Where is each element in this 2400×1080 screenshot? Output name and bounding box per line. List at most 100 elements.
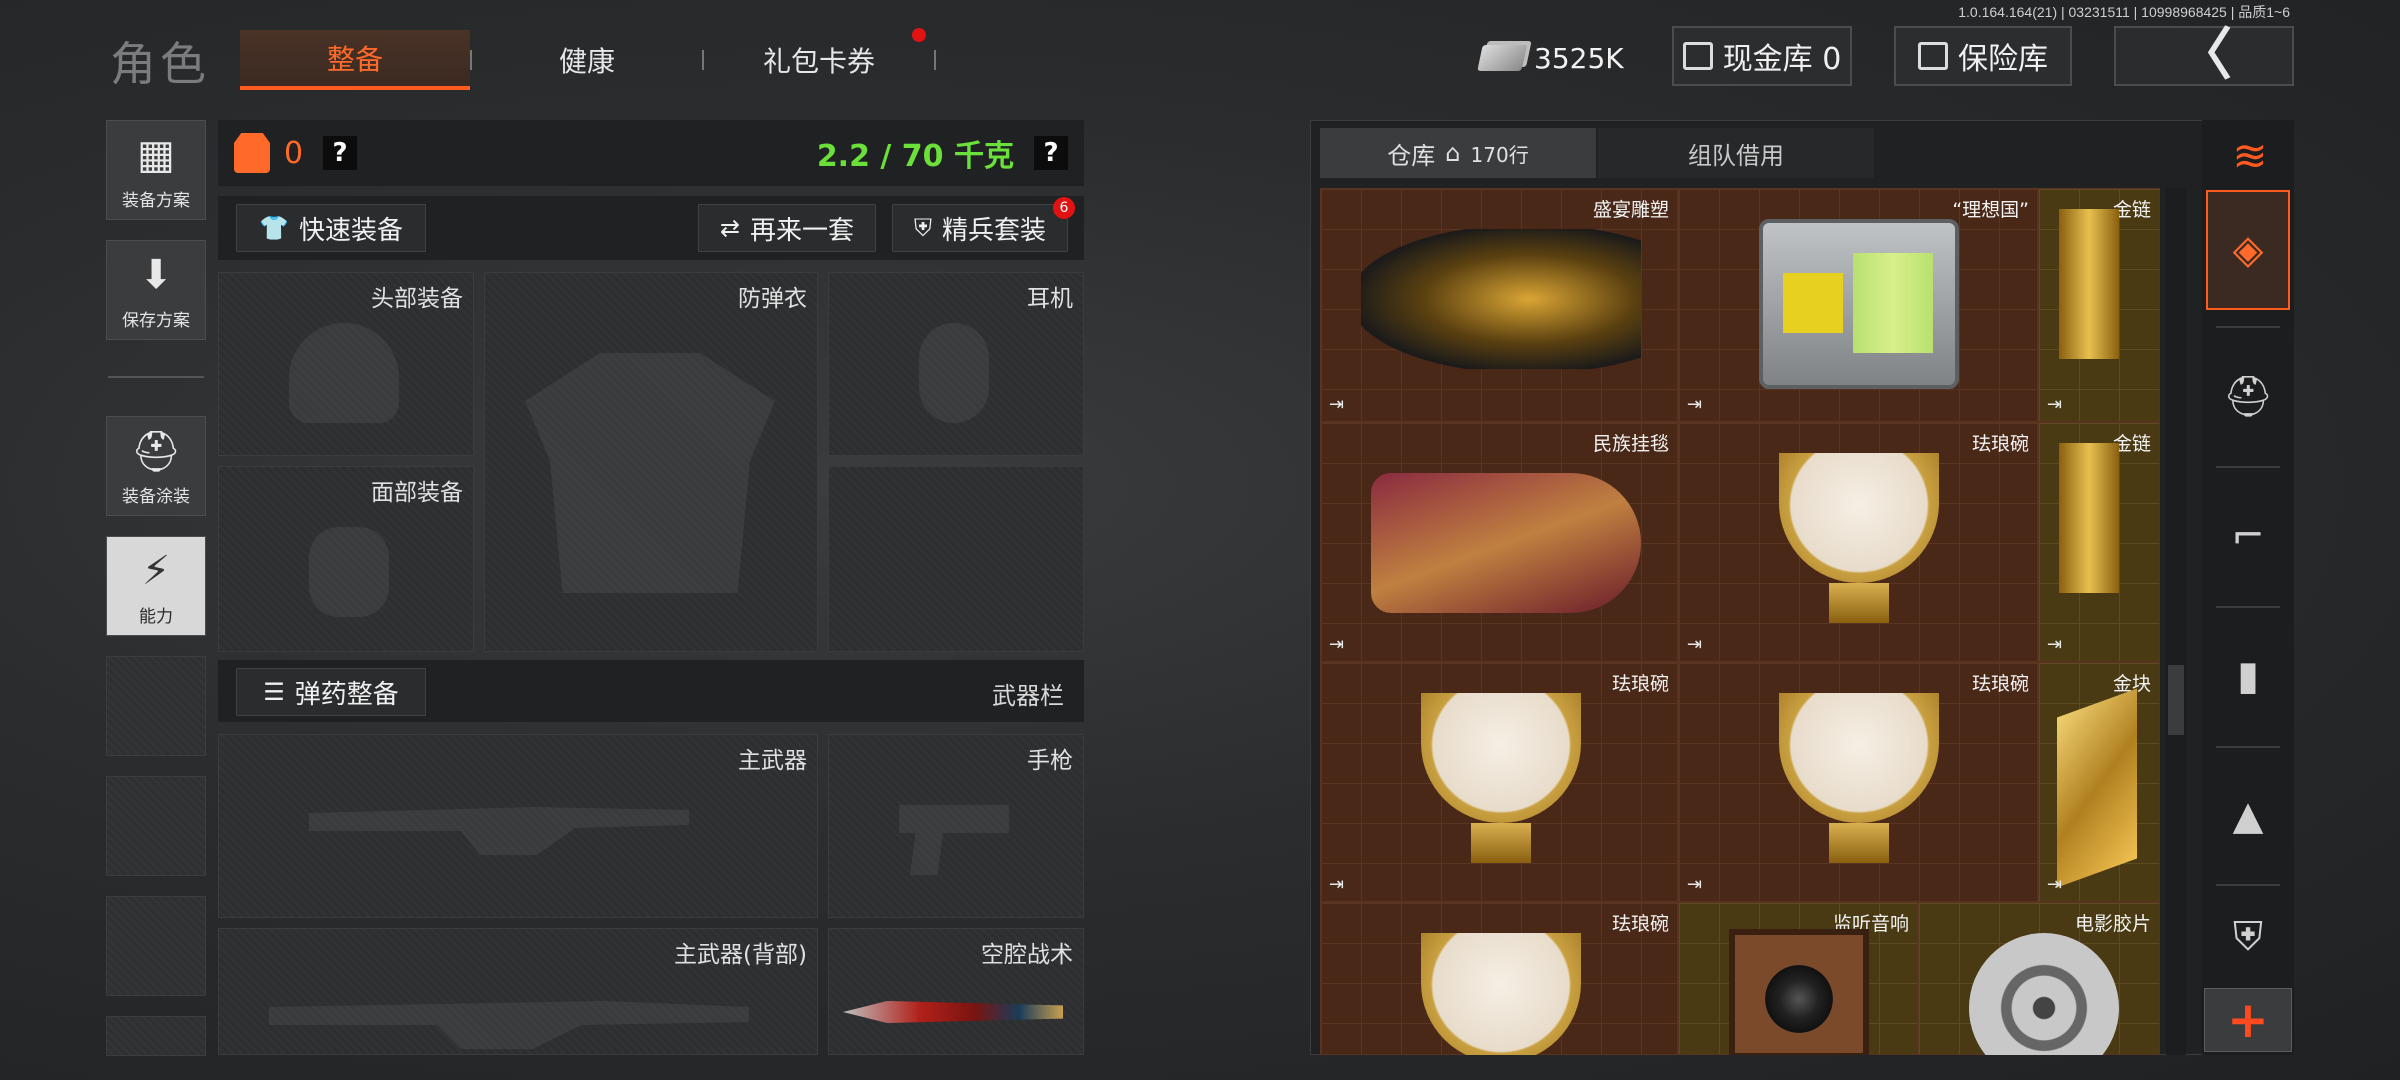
face-gear-slot[interactable]: 面部装备 xyxy=(218,466,474,652)
tab-prepare[interactable]: 整备 xyxy=(240,30,470,90)
bowl-foot xyxy=(1829,583,1889,623)
slot-label: 耳机 xyxy=(1027,286,1073,312)
rifle-icon: ⌐ xyxy=(2231,513,2265,559)
secondary-weapon-slot[interactable]: 主武器(背部) xyxy=(218,928,818,1055)
tab-gift-vouchers[interactable]: 礼包卡券 xyxy=(704,28,934,90)
item-name: 电影胶片 xyxy=(2074,913,2151,935)
currency-amount: 3525K xyxy=(1534,41,1624,75)
category-all[interactable]: ◈ xyxy=(2206,190,2290,310)
ammo-prep-button[interactable]: ☰ 弹药整备 xyxy=(236,668,426,716)
item-enamel-bowl[interactable]: 珐琅碗 ⇥ xyxy=(1320,662,1678,902)
bowl-image xyxy=(1421,693,1581,823)
sidebar-divider xyxy=(108,376,204,378)
exit-icon: ⇥ xyxy=(1687,394,1703,415)
category-divider xyxy=(2216,884,2280,886)
bowl-image xyxy=(1779,693,1939,823)
melee-slot[interactable]: 空腔战术 xyxy=(828,928,1084,1055)
item-monitor-speaker[interactable]: 监听音响 xyxy=(1678,902,1918,1055)
category-divider xyxy=(2216,606,2280,608)
equip-action-bar: 👕 快速装备 ⇄ 再来一套 ⛨ 精兵套装 6 xyxy=(218,196,1084,260)
back-button[interactable]: 〈 xyxy=(2114,26,2294,86)
exit-icon: ⇥ xyxy=(1329,394,1345,415)
tab-label: 礼包卡券 xyxy=(762,45,875,78)
equip-again-label: 再来一套 xyxy=(750,215,855,246)
item-film-reel[interactable]: 电影胶片 xyxy=(1918,902,2160,1055)
ability-icon: ⚡ xyxy=(141,548,171,594)
category-bullet[interactable]: ▲ xyxy=(2206,756,2290,876)
slot-label: 面部装备 xyxy=(371,480,463,506)
notification-dot xyxy=(912,28,926,42)
currency-display: 3525K xyxy=(1477,34,1638,82)
category-rifle[interactable]: ⌐ xyxy=(2206,476,2290,596)
tab-health[interactable]: 健康 xyxy=(472,30,702,90)
armor-icon: ⛨ xyxy=(2233,914,2263,960)
item-gold-bar[interactable]: 金块 ⇥ xyxy=(2038,662,2160,902)
helmet-icon: ⛑ xyxy=(2222,373,2274,420)
category-magazine[interactable]: ▮ xyxy=(2206,616,2290,736)
sort-stack-icon[interactable]: ≋ xyxy=(2220,130,2280,180)
speaker-image xyxy=(1729,929,1869,1055)
empty-sidebar-slot xyxy=(106,656,206,756)
cash-vault-button[interactable]: 现金库 0 xyxy=(1672,26,1852,86)
item-feast-sculpture[interactable]: 盛宴雕塑 ⇥ xyxy=(1320,188,1678,422)
slot-label: 防弹衣 xyxy=(738,286,807,312)
bullet-icon: ▲ xyxy=(2232,793,2264,839)
item-gold-chain[interactable]: 金链 ⇥ xyxy=(2038,422,2160,662)
safe-button[interactable]: 保险库 xyxy=(1894,26,2072,86)
elite-set-button[interactable]: ⛨ 精兵套装 6 xyxy=(892,197,1075,252)
bowl-foot xyxy=(1471,823,1531,863)
slot-label: 主武器 xyxy=(738,748,807,774)
empty-sidebar-slot xyxy=(106,896,206,996)
warehouse-tabs: 仓库 ⌂ 170行 组队借用 xyxy=(1320,128,1874,178)
item-enamel-bowl[interactable]: 珐琅碗 xyxy=(1320,902,1678,1055)
sidebar-label: 保存方案 xyxy=(122,311,190,331)
tab-storage[interactable]: 仓库 ⌂ 170行 xyxy=(1320,128,1596,178)
loadout-plan-button[interactable]: ▦ 装备方案 xyxy=(106,120,206,220)
pistol-silhouette xyxy=(899,805,1009,875)
primary-weapon-slot[interactable]: 主武器 xyxy=(218,734,818,918)
category-divider xyxy=(2216,466,2280,468)
ability-button[interactable]: ⚡ 能力 xyxy=(106,536,206,636)
body-armor-slot[interactable]: 防弹衣 xyxy=(484,272,818,652)
speaker-cone xyxy=(1765,965,1833,1033)
item-enamel-bowl[interactable]: 珐琅碗 ⇥ xyxy=(1678,422,2038,662)
quick-equip-button[interactable]: 👕 快速装备 xyxy=(236,204,426,252)
cash-vault-icon xyxy=(1682,42,1713,70)
gold-bar-image xyxy=(2057,688,2137,888)
knife-image xyxy=(843,1001,1063,1023)
pistol-slot[interactable]: 手枪 xyxy=(828,734,1084,918)
carry-weight: 2.2 / 70 千克 xyxy=(816,139,1014,174)
tapestry-image xyxy=(1371,473,1641,613)
warehouse-grid: 盛宴雕塑 ⇥ “理想国” ⇥ 金链 ⇥ 民族挂毯 ⇥ 珐琅碗 ⇥ 金链 ⇥ 珐琅… xyxy=(1320,188,2160,1055)
slot-label: 空腔战术 xyxy=(981,942,1073,968)
item-gold-chain[interactable]: 金链 ⇥ xyxy=(2038,188,2160,422)
safe-label: 保险库 xyxy=(1958,42,2048,77)
warehouse-scrollbar[interactable] xyxy=(2166,188,2186,1055)
weight-help-icon[interactable]: ? xyxy=(1034,136,1068,170)
category-helmet[interactable]: ⛑ xyxy=(2206,336,2290,456)
stack-icon: ◈ xyxy=(2232,227,2264,273)
headset-slot[interactable]: 耳机 xyxy=(828,272,1084,456)
category-armor[interactable]: ⛨ xyxy=(2206,892,2290,982)
item-ethnic-tapestry[interactable]: 民族挂毯 ⇥ xyxy=(1320,422,1678,662)
armor-vest-icon xyxy=(234,133,270,173)
helmet-silhouette xyxy=(289,323,399,423)
equipment-skin-button[interactable]: ⛑ 装备涂装 xyxy=(106,416,206,516)
tab-label: 健康 xyxy=(558,45,615,78)
item-enamel-bowl[interactable]: 珐琅碗 ⇥ xyxy=(1678,662,2038,902)
back-arrow-icon: 〈 xyxy=(2176,23,2232,88)
refresh-icon: ⇄ xyxy=(719,214,741,242)
scrollbar-thumb[interactable] xyxy=(2168,665,2184,735)
exit-icon: ⇥ xyxy=(2047,874,2063,895)
item-ideal-state[interactable]: “理想国” ⇥ xyxy=(1678,188,2038,422)
add-category-button[interactable]: + xyxy=(2204,988,2292,1052)
biohazard-case-image xyxy=(1759,219,1959,389)
save-plan-button[interactable]: ⬇ 保存方案 xyxy=(106,240,206,340)
head-gear-slot[interactable]: 头部装备 xyxy=(218,272,474,456)
help-icon[interactable]: ? xyxy=(323,136,358,170)
sidebar-label: 装备涂装 xyxy=(122,487,190,507)
empty-gear-slot xyxy=(828,466,1084,652)
tab-team-borrow[interactable]: 组队借用 xyxy=(1598,128,1874,178)
equip-again-button[interactable]: ⇄ 再来一套 xyxy=(698,204,876,252)
helmet-skin-icon: ⛑ xyxy=(130,428,182,475)
